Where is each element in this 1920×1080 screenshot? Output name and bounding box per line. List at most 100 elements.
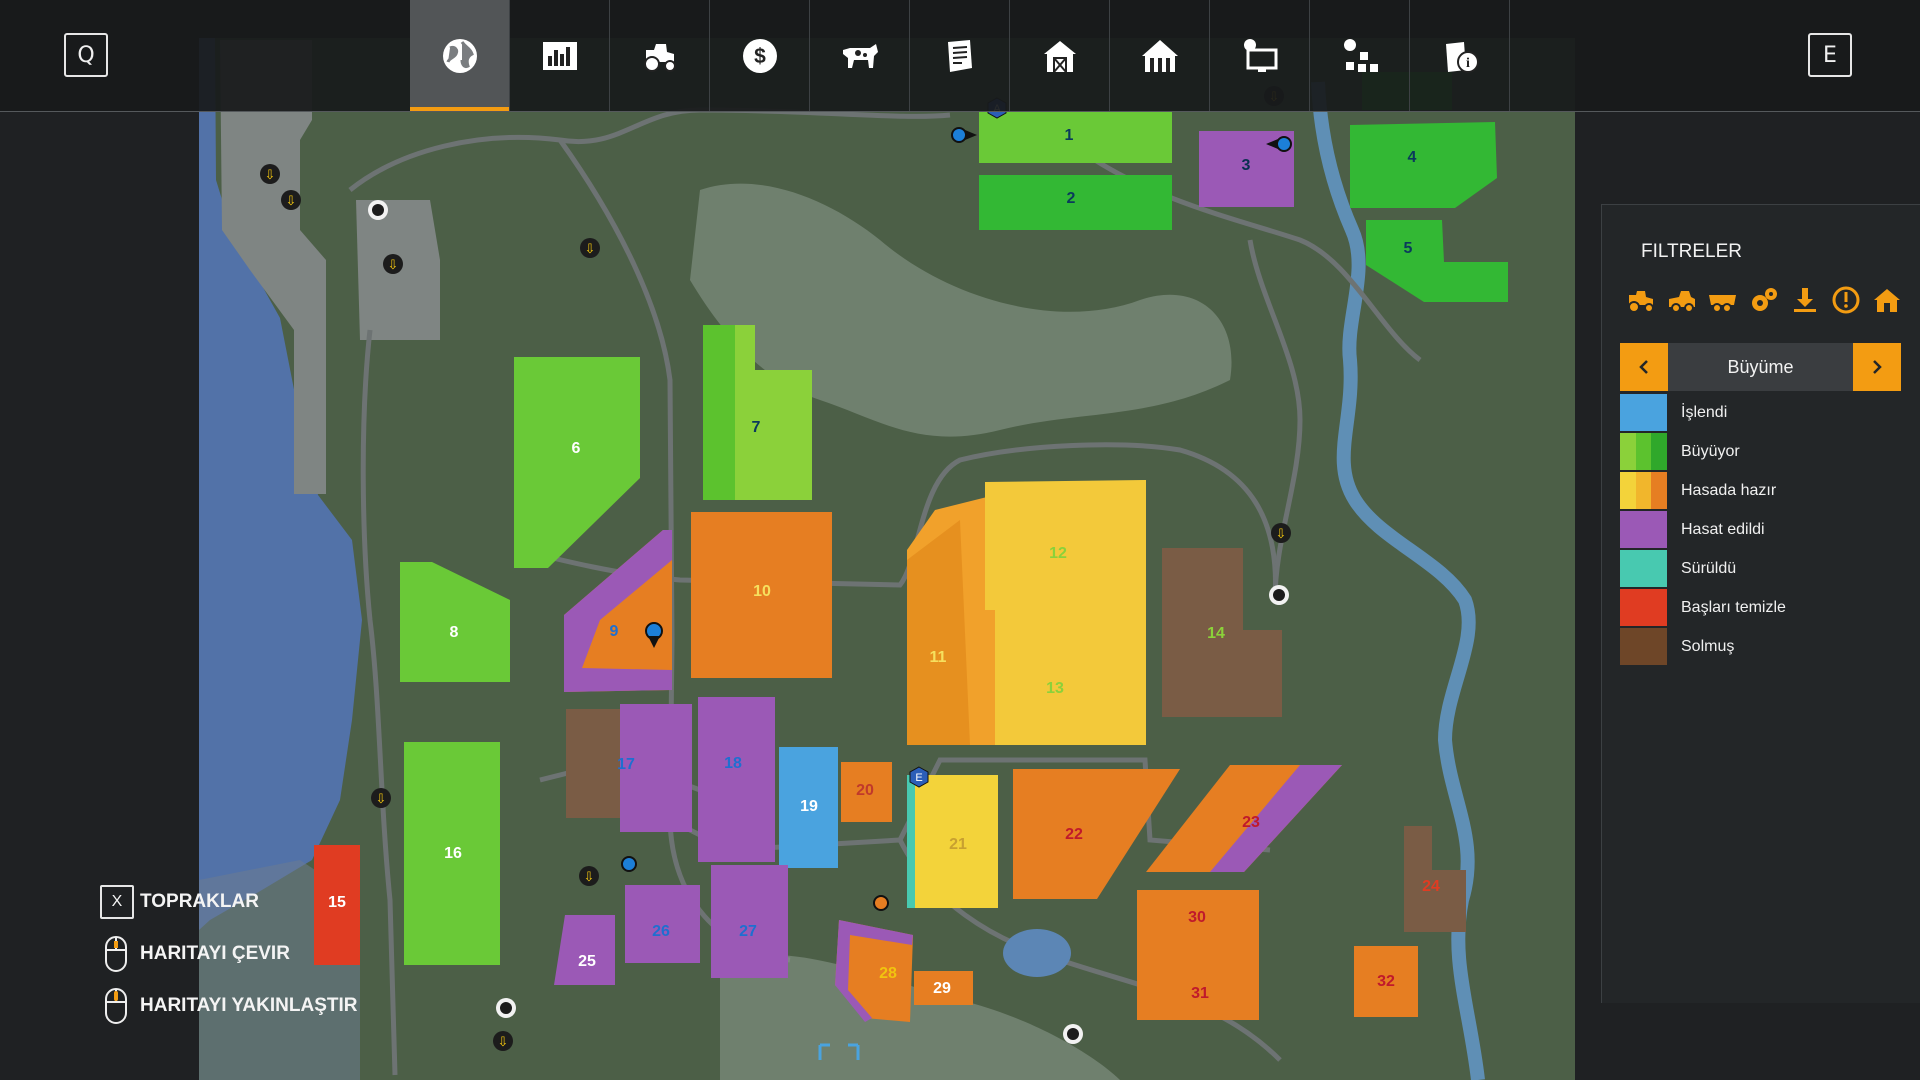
legend-color-stripe xyxy=(1635,472,1652,509)
warning-icon[interactable] xyxy=(1831,285,1861,315)
selector-prev-button[interactable] xyxy=(1620,343,1668,391)
next-tab-key[interactable]: E xyxy=(1808,33,1852,77)
field-label-4: 4 xyxy=(1408,149,1417,166)
stats-chart-icon xyxy=(542,41,577,70)
field-8[interactable] xyxy=(400,562,510,682)
mouse-drag-icon xyxy=(105,936,127,972)
prev-tab-key[interactable]: Q xyxy=(64,33,108,77)
legend-item[interactable]: Hasada hazır xyxy=(1620,471,1786,510)
field-label-20: 20 xyxy=(856,782,874,799)
harvester-icon[interactable] xyxy=(1667,285,1697,315)
fuel-station-icon[interactable] xyxy=(368,200,388,220)
legend-label: Büyüyor xyxy=(1681,442,1740,460)
shop-icon[interactable] xyxy=(496,998,516,1018)
tab-finances[interactable]: $ xyxy=(710,0,810,111)
panel-title: FILTRELER xyxy=(1641,241,1743,262)
sell-point-icon[interactable]: ⇩ xyxy=(579,866,599,886)
field-label-17: 17 xyxy=(617,756,635,773)
sell-point-icon[interactable]: ⇩ xyxy=(371,788,391,808)
sell-point-icon[interactable] xyxy=(1790,285,1820,315)
vehicle-marker-icon[interactable] xyxy=(873,895,889,911)
house-icon[interactable] xyxy=(1872,285,1902,315)
field-label-11: 11 xyxy=(930,649,947,666)
legend-label: Başları temizle xyxy=(1681,598,1786,616)
sell-point-icon[interactable]: ⇩ xyxy=(493,1031,513,1051)
tractor-icon[interactable] xyxy=(1626,285,1656,315)
legend-item[interactable]: Hasat edildi xyxy=(1620,510,1786,549)
vehicle-marker-icon[interactable] xyxy=(621,856,637,872)
contracts-icon xyxy=(947,39,972,72)
field-label-6: 6 xyxy=(572,440,581,457)
fuel-station-icon[interactable] xyxy=(1269,585,1289,605)
legend-item[interactable]: Büyüyor xyxy=(1620,432,1786,471)
field-25[interactable] xyxy=(554,915,615,985)
trailer-icon[interactable] xyxy=(1708,285,1738,315)
field-5[interactable] xyxy=(1366,220,1508,302)
field-label-8: 8 xyxy=(450,624,459,641)
vehicle-marker-icon[interactable] xyxy=(951,127,977,143)
svg-text:⇩: ⇩ xyxy=(1276,526,1287,541)
sell-point-icon[interactable]: ⇩ xyxy=(580,238,600,258)
tab-statistics[interactable] xyxy=(510,0,610,111)
sell-point-icon[interactable]: ⇩ xyxy=(1271,523,1291,543)
field-27[interactable] xyxy=(711,865,788,978)
legend-swatch xyxy=(1620,472,1668,509)
field-1[interactable] xyxy=(979,112,1172,163)
field-13[interactable] xyxy=(995,610,1146,745)
hint-label: HARITAYI ÇEVIR xyxy=(140,943,290,964)
field-label-2: 2 xyxy=(1067,190,1076,207)
top-navigation-bar: Q $ i E xyxy=(0,0,1920,112)
field-label-5: 5 xyxy=(1404,240,1413,257)
cow-icon xyxy=(842,43,878,68)
sell-point-icon[interactable]: ⇩ xyxy=(281,190,301,210)
tab-map[interactable] xyxy=(410,0,510,111)
control-hints: X TOPRAKLAR HARITAYI ÇEVIR HARITAYI YAKI… xyxy=(100,876,357,1032)
growth-legend: İşlendi Büyüyor Hasada hazır Hasat edild… xyxy=(1620,393,1786,666)
field-label-7: 7 xyxy=(752,419,761,436)
field-label-29: 29 xyxy=(933,980,951,997)
hotspot-marker-e[interactable]: E xyxy=(909,766,929,788)
field-17-soil xyxy=(566,709,620,818)
hint-label: TOPRAKLAR xyxy=(140,891,259,912)
farm-buildings-icon xyxy=(1141,39,1178,72)
filters-panel: FILTRELER Büyüme İşlendi Büyüyor Hasada … xyxy=(1601,204,1920,1003)
production-settings-icon xyxy=(1343,38,1378,72)
map-canvas[interactable]: 1 2 3 4 5 6 7 8 9 10 11 12 13 14 15 16 1… xyxy=(199,38,1575,1080)
legend-item[interactable]: Başları temizle xyxy=(1620,588,1786,627)
tab-barn[interactable] xyxy=(1010,0,1110,111)
hint-toggle-lands[interactable]: X TOPRAKLAR xyxy=(100,876,357,928)
farm-map[interactable]: 1 2 3 4 5 6 7 8 9 10 11 12 13 14 15 16 1… xyxy=(199,38,1575,1080)
barn-icon xyxy=(1043,40,1076,73)
field-4[interactable] xyxy=(1350,122,1497,208)
tab-general-settings[interactable] xyxy=(1210,0,1310,111)
globe-icon xyxy=(442,38,477,73)
tab-help[interactable]: i xyxy=(1410,0,1510,111)
field-18[interactable] xyxy=(698,697,775,862)
mouse-scroll-icon xyxy=(105,988,127,1024)
legend-item[interactable]: Solmuş xyxy=(1620,627,1786,666)
tab-vehicles[interactable] xyxy=(610,0,710,111)
legend-item[interactable]: Sürüldü xyxy=(1620,549,1786,588)
field-label-13: 13 xyxy=(1046,680,1064,697)
legend-color-stripe xyxy=(1620,628,1667,665)
svg-text:⇩: ⇩ xyxy=(265,167,276,182)
field-6[interactable] xyxy=(514,357,640,568)
sell-point-icon[interactable]: ⇩ xyxy=(260,164,280,184)
legend-item[interactable]: İşlendi xyxy=(1620,393,1786,432)
field-label-19: 19 xyxy=(800,798,818,815)
tab-contracts[interactable] xyxy=(910,0,1010,111)
field-label-21: 21 xyxy=(949,836,967,853)
filter-icon-bar xyxy=(1626,285,1902,315)
legend-swatch xyxy=(1620,589,1667,626)
gears-icon[interactable] xyxy=(1749,285,1779,315)
tab-production[interactable] xyxy=(1310,0,1410,111)
shop-icon[interactable] xyxy=(1063,1024,1083,1044)
sell-point-icon[interactable]: ⇩ xyxy=(383,254,403,274)
legend-swatch xyxy=(1620,394,1667,431)
field-22[interactable] xyxy=(1013,769,1180,899)
field-2[interactable] xyxy=(979,175,1172,230)
selector-next-button[interactable] xyxy=(1853,343,1901,391)
svg-text:i: i xyxy=(1466,56,1470,71)
tab-animals[interactable] xyxy=(810,0,910,111)
tab-buildings[interactable] xyxy=(1110,0,1210,111)
